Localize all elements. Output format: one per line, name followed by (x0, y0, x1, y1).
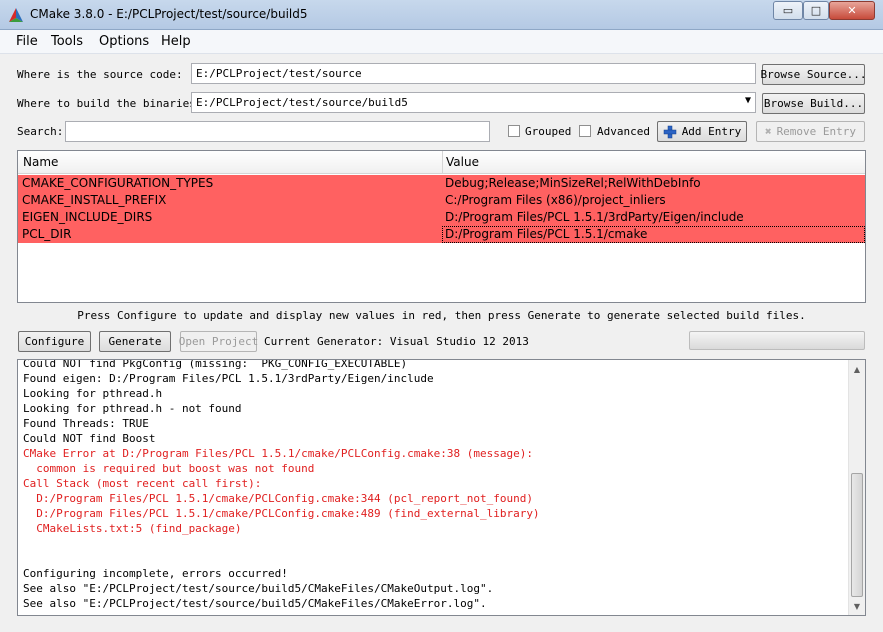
output-line: See also "E:/PCLProject/test/source/buil… (23, 582, 494, 595)
output-line: Could NOT find PkgConfig (missing: PKG_C… (23, 359, 408, 370)
build-label: Where to build the binaries: (17, 97, 203, 110)
add-entry-label: Add Entry (681, 125, 742, 138)
advanced-checkbox[interactable] (579, 125, 591, 137)
add-entry-button[interactable]: Add Entry (657, 121, 747, 142)
output-lines: Could NOT find PkgConfig (missing: PKG_C… (23, 359, 843, 611)
output-line: common is required but boost was not fou… (23, 462, 315, 475)
minimize-button[interactable]: ▭ (773, 1, 803, 20)
output-line: D:/Program Files/PCL 1.5.1/cmake/PCLConf… (23, 507, 540, 520)
remove-x-icon: ✖ (764, 125, 772, 138)
table-row[interactable]: CMAKE_CONFIGURATION_TYPES Debug;Release;… (18, 175, 865, 192)
menu-help[interactable]: Help (161, 34, 191, 49)
output-line: Found Threads: TRUE (23, 417, 149, 430)
minimize-icon: ▭ (782, 4, 794, 17)
output-line: CMakeLists.txt:5 (find_package) (23, 522, 242, 535)
source-path-input[interactable]: E:/PCLProject/test/source (191, 63, 756, 84)
browse-build-button[interactable]: Browse Build... (762, 93, 865, 114)
info-text: Press Configure to update and display ne… (77, 309, 806, 322)
progress-bar (689, 331, 865, 350)
menu-file[interactable]: File (16, 34, 38, 49)
output-line: D:/Program Files/PCL 1.5.1/cmake/PCLConf… (23, 492, 533, 505)
grouped-checkbox[interactable] (508, 125, 520, 137)
advanced-label: Advanced (597, 125, 650, 138)
menu-bar: File Tools Options Help (0, 30, 883, 54)
table-row[interactable]: EIGEN_INCLUDE_DIRS D:/Program Files/PCL … (18, 209, 865, 226)
configure-button[interactable]: Configure (18, 331, 91, 352)
output-scrollbar[interactable]: ▲ ▼ (848, 360, 865, 615)
generate-button[interactable]: Generate (99, 331, 171, 352)
row-name: PCL_DIR (22, 227, 72, 241)
output-line: Call Stack (most recent call first): (23, 477, 262, 490)
build-path-combo[interactable]: E:/PCLProject/test/source/build5 ▼ (191, 92, 756, 113)
build-path-value: E:/PCLProject/test/source/build5 (196, 96, 408, 109)
maximize-button[interactable]: □ (803, 1, 829, 20)
window-title: CMake 3.8.0 - E:/PCLProject/test/source/… (30, 7, 308, 21)
column-divider[interactable] (442, 151, 443, 174)
plus-icon (663, 125, 676, 138)
close-icon: ✕ (847, 4, 857, 17)
output-line: See also "E:/PCLProject/test/source/buil… (23, 597, 487, 610)
scroll-up-icon[interactable]: ▲ (849, 361, 865, 377)
output-line: Configuring incomplete, errors occurred! (23, 567, 288, 580)
scroll-thumb[interactable] (851, 473, 863, 597)
table-header: Name Value (18, 151, 865, 174)
cmake-logo-icon (9, 8, 23, 22)
remove-entry-label: Remove Entry (776, 125, 857, 138)
dropdown-arrow-icon[interactable]: ▼ (745, 95, 751, 106)
grouped-label: Grouped (525, 125, 572, 138)
maximize-icon: □ (810, 4, 822, 17)
column-header-name[interactable]: Name (23, 155, 58, 169)
output-line: Found eigen: D:/Program Files/PCL 1.5.1/… (23, 372, 434, 385)
title-bar[interactable]: CMake 3.8.0 - E:/PCLProject/test/source/… (0, 0, 883, 30)
menu-options[interactable]: Options (99, 34, 149, 49)
row-value[interactable]: C:/Program Files (x86)/project_inliers (445, 193, 666, 207)
row-value[interactable]: Debug;Release;MinSizeRel;RelWithDebInfo (445, 176, 701, 190)
column-header-value[interactable]: Value (446, 155, 479, 169)
row-name: CMAKE_INSTALL_PREFIX (22, 193, 167, 207)
search-input[interactable] (65, 121, 490, 142)
output-line: Looking for pthread.h (23, 387, 163, 400)
output-line: Looking for pthread.h - not found (23, 402, 242, 415)
row-name: EIGEN_INCLUDE_DIRS (22, 210, 153, 224)
open-project-button[interactable]: Open Project (179, 331, 258, 352)
remove-entry-button[interactable]: ✖ Remove Entry (756, 121, 865, 142)
output-log[interactable]: Could NOT find PkgConfig (missing: PKG_C… (17, 359, 866, 616)
row-name: CMAKE_CONFIGURATION_TYPES (22, 176, 214, 190)
browse-source-button[interactable]: Browse Source... (761, 64, 866, 85)
table-row[interactable]: CMAKE_INSTALL_PREFIX C:/Program Files (x… (18, 192, 865, 209)
source-label: Where is the source code: (17, 68, 183, 81)
search-label: Search: (17, 125, 64, 138)
scroll-down-icon[interactable]: ▼ (849, 598, 865, 614)
close-button[interactable]: ✕ (829, 1, 875, 20)
menu-tools[interactable]: Tools (51, 34, 83, 49)
table-row-selected[interactable]: PCL_DIR D:/Program Files/PCL 1.5.1/cmake (18, 226, 865, 243)
cache-table[interactable]: Name Value CMAKE_CONFIGURATION_TYPES Deb… (17, 150, 866, 303)
output-line: Could NOT find Boost (23, 432, 156, 445)
output-line: CMake Error at D:/Program Files/PCL 1.5.… (23, 447, 533, 460)
row-value[interactable]: D:/Program Files/PCL 1.5.1/cmake (442, 226, 865, 243)
current-generator-label: Current Generator: Visual Studio 12 2013 (264, 335, 529, 348)
row-value[interactable]: D:/Program Files/PCL 1.5.1/3rdParty/Eige… (445, 210, 744, 224)
